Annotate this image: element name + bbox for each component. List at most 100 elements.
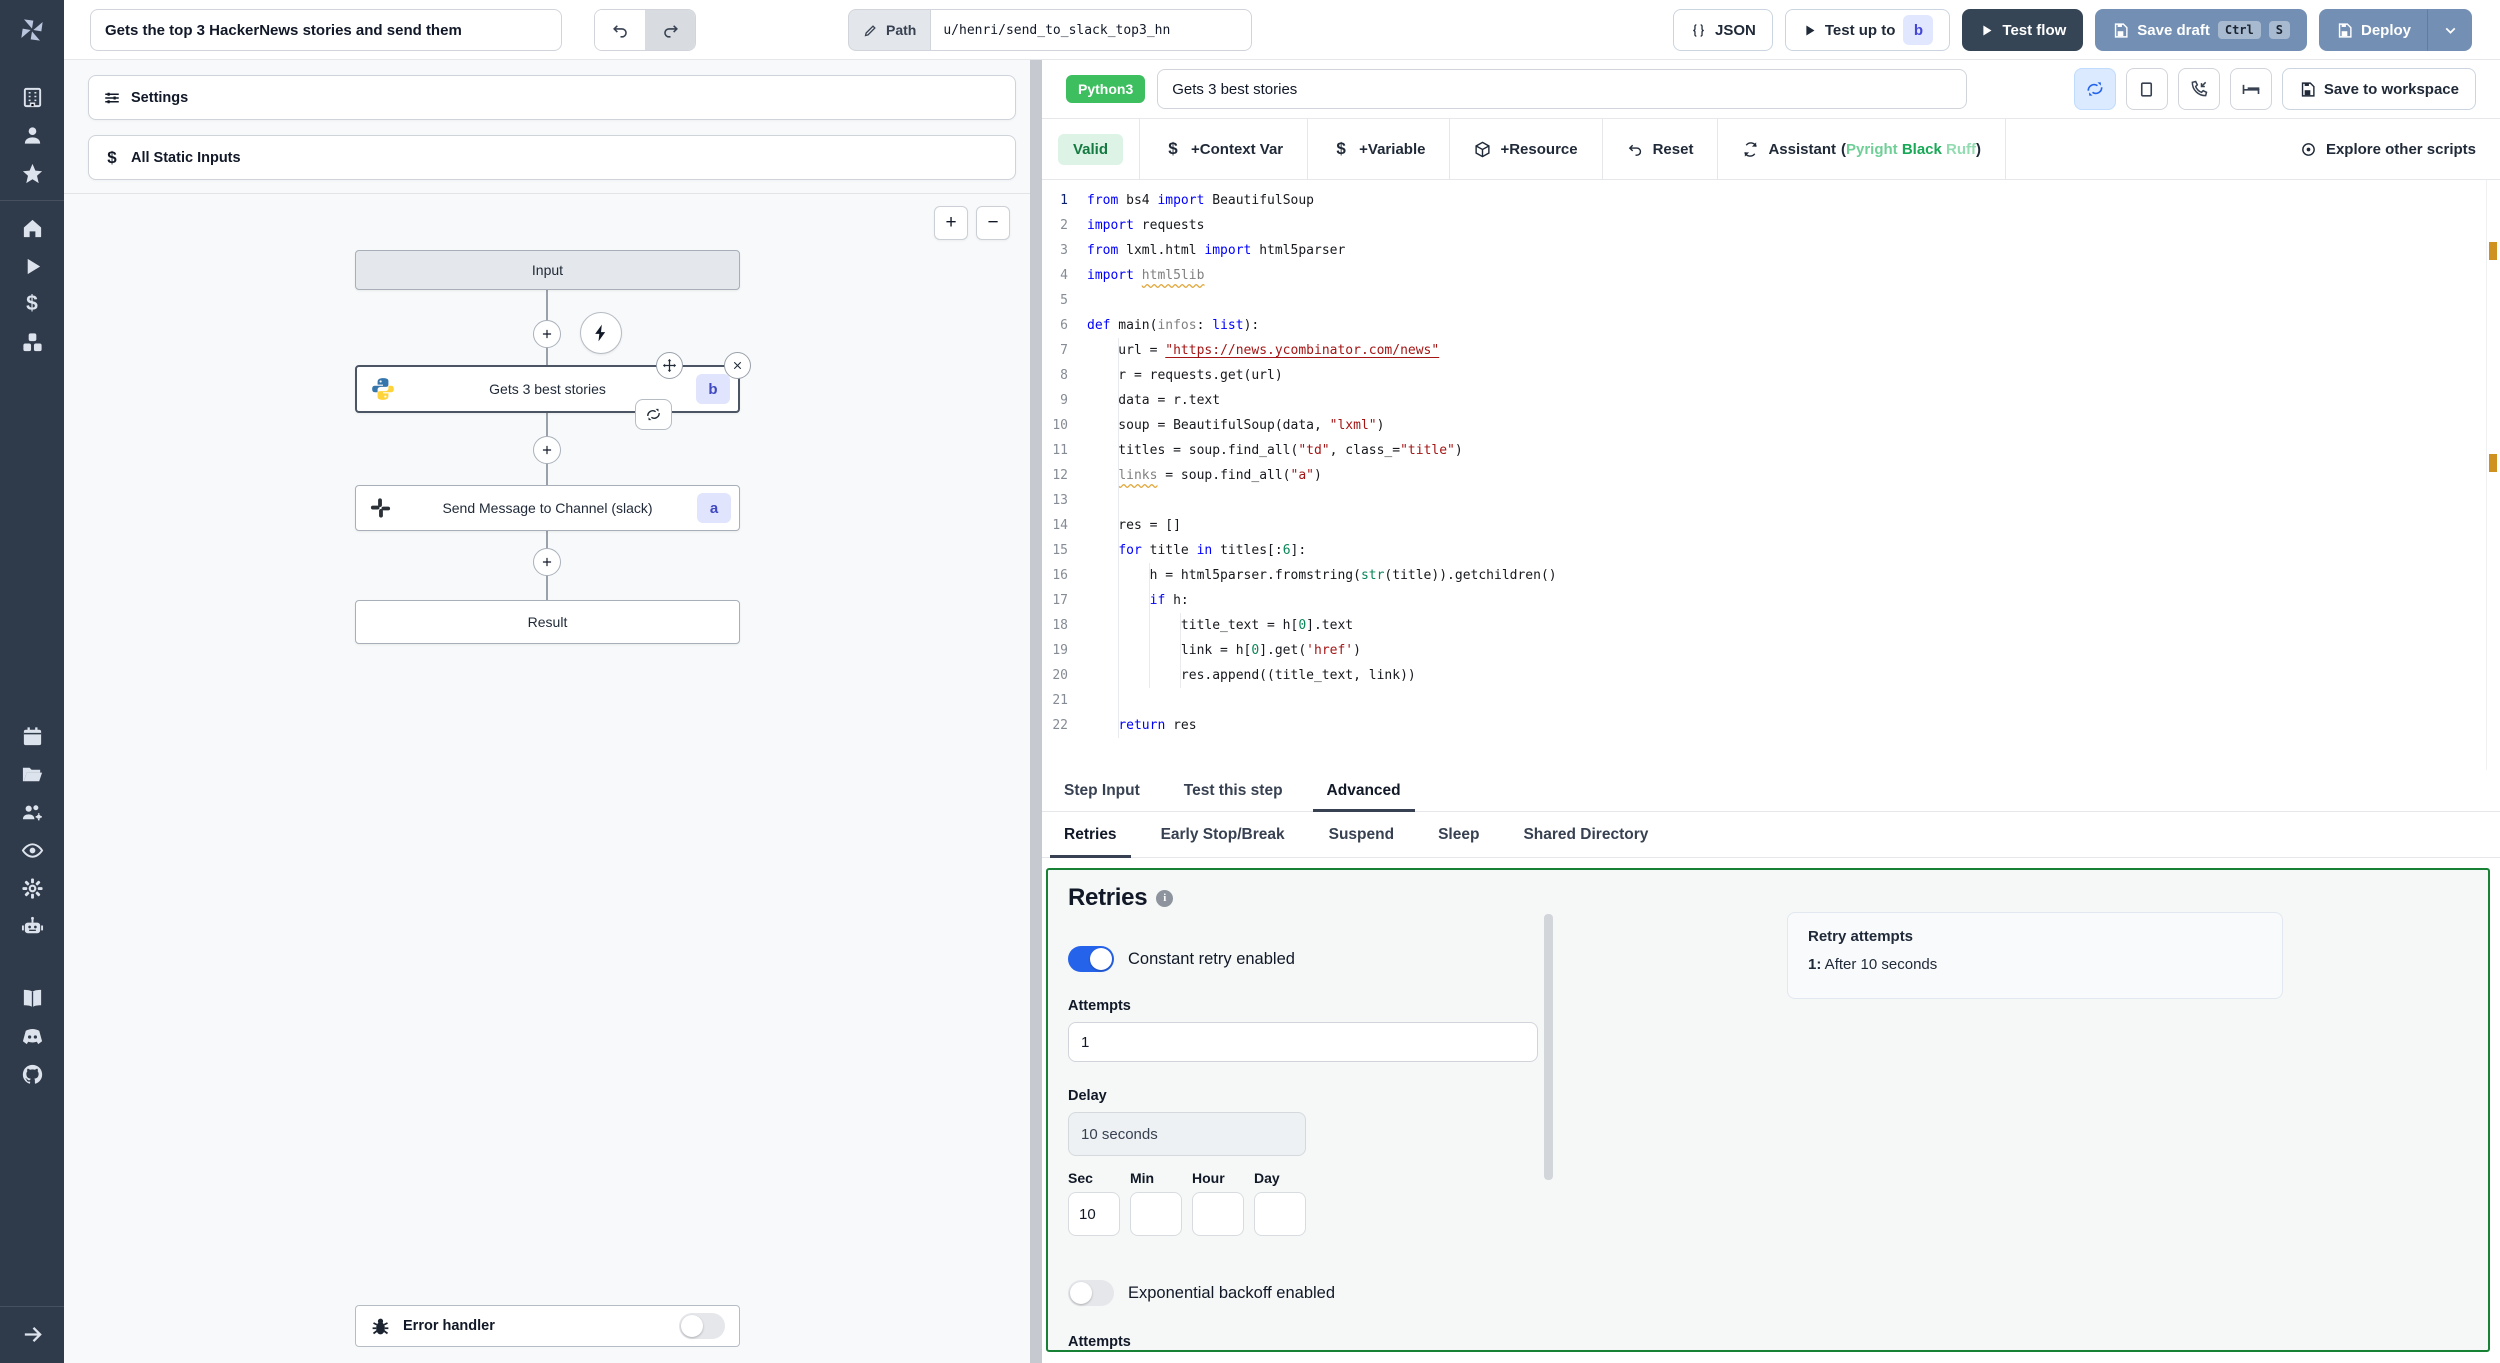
retries-scrollbar[interactable] [1544, 914, 1553, 1180]
info-icon[interactable]: i [1156, 889, 1174, 907]
subtab-early-stop[interactable]: Early Stop/Break [1139, 812, 1307, 857]
deploy-button[interactable]: Deploy [2318, 9, 2428, 51]
test-flow-button[interactable]: Test flow [1962, 9, 2084, 51]
error-handler-toggle[interactable] [679, 1313, 725, 1339]
flow-settings-bar[interactable]: Settings [88, 75, 1016, 120]
step-b-id-badge: b [696, 374, 730, 404]
overview-ruler[interactable] [2486, 180, 2498, 770]
json-button[interactable]: JSON [1673, 9, 1773, 51]
tab-advanced[interactable]: Advanced [1305, 770, 1423, 812]
bolt-icon [591, 323, 611, 343]
add-resource-button[interactable]: +Resource [1450, 119, 1603, 179]
delay-input[interactable] [1068, 1112, 1306, 1156]
groups-icon[interactable] [0, 793, 64, 831]
flow-node-send-message[interactable]: Send Message to Channel (slack) a [355, 485, 740, 531]
zoom-in-button[interactable]: + [934, 206, 968, 240]
variables-icon[interactable]: $ [0, 285, 64, 323]
subtab-retries[interactable]: Retries [1042, 812, 1139, 858]
workers-bot-icon[interactable] [0, 907, 64, 945]
test-up-to-button[interactable]: Test up to b [1784, 9, 1951, 51]
retries-indicator-button[interactable] [2073, 68, 2116, 110]
trigger-bolt-button[interactable] [580, 312, 622, 354]
min-input[interactable] [1130, 1192, 1182, 1236]
runs-play-icon[interactable] [0, 247, 64, 285]
advanced-subtabs: Retries Early Stop/Break Suspend Sleep S… [1042, 812, 2500, 858]
attempts-input[interactable] [1068, 1022, 1538, 1062]
result-node-label: Result [527, 614, 568, 630]
exponential-backoff-toggle[interactable] [1068, 1280, 1114, 1306]
subtab-sleep[interactable]: Sleep [1416, 812, 1501, 857]
collapse-sidebar-arrow-icon[interactable] [0, 1315, 64, 1353]
add-variable-button[interactable]: $ +Variable [1308, 119, 1451, 179]
insert-step-button[interactable] [533, 320, 561, 348]
plus-icon [540, 443, 554, 457]
schedules-calendar-icon[interactable] [0, 717, 64, 755]
audit-logs-eye-icon[interactable] [0, 831, 64, 869]
input-node-label: Input [531, 262, 564, 278]
explore-other-scripts-button[interactable]: Explore other scripts [2276, 119, 2500, 179]
save-to-workspace-button[interactable]: Save to workspace [2281, 68, 2476, 110]
subtab-shared-directory[interactable]: Shared Directory [1501, 812, 1670, 857]
constant-retry-toggle[interactable] [1068, 946, 1114, 972]
path-input[interactable] [930, 9, 1253, 51]
sleep-button[interactable] [2229, 68, 2272, 110]
path-group: Path [848, 9, 1253, 51]
reset-button[interactable]: Reset [1603, 119, 1719, 179]
code-editor[interactable]: 1 from bs4 import BeautifulSoup 2 import re… [1042, 180, 2500, 770]
indent-guide [1118, 338, 1119, 738]
tab-test-this-step[interactable]: Test this step [1162, 770, 1305, 811]
flow-node-result[interactable]: Result [355, 600, 740, 644]
retry-loop-indicator-button[interactable] [635, 399, 672, 430]
panel-resize-divider[interactable] [1030, 60, 1042, 1363]
chevron-down-icon [2442, 22, 2459, 39]
assistant-button[interactable]: Assistant (Pyright Black Ruff) [1718, 119, 2007, 179]
error-handler-node[interactable]: Error handler [355, 1305, 740, 1347]
folders-icon[interactable] [0, 755, 64, 793]
redo-button[interactable] [645, 10, 695, 50]
docs-book-icon[interactable] [0, 979, 64, 1017]
kbd-s: S [2268, 21, 2290, 39]
delay-label: Delay [1068, 1088, 1107, 1104]
insert-step-button[interactable] [533, 548, 561, 576]
save-draft-button[interactable]: Save draft Ctrl S [2095, 9, 2307, 51]
discord-icon[interactable] [0, 1017, 64, 1055]
delete-step-button[interactable] [724, 352, 751, 379]
flow-canvas[interactable]: + − Input Gets 3 best stories b Send Mes… [64, 194, 1030, 1363]
flow-title-input[interactable] [90, 9, 562, 51]
deploy-dropdown-button[interactable] [2428, 9, 2472, 51]
windmill-logo-icon[interactable] [0, 0, 64, 60]
insert-step-button[interactable] [533, 436, 561, 464]
code-lines: 1 from bs4 import BeautifulSoup 2 import re… [1052, 193, 1557, 733]
settings-gear-icon[interactable] [0, 869, 64, 907]
hour-input[interactable] [1192, 1192, 1244, 1236]
undo-button[interactable] [595, 10, 645, 50]
step-a-id-badge: a [697, 493, 731, 523]
indent-guide [1149, 563, 1150, 688]
box-icon [1474, 141, 1491, 158]
home-icon[interactable] [0, 209, 64, 247]
stop-early-button[interactable] [2125, 68, 2168, 110]
tab-step-input[interactable]: Step Input [1042, 770, 1162, 811]
sec-input[interactable] [1068, 1192, 1120, 1236]
flow-node-input[interactable]: Input [355, 250, 740, 290]
flow-node-gets-3-best-stories[interactable]: Gets 3 best stories b [355, 365, 740, 413]
day-input[interactable] [1254, 1192, 1306, 1236]
move-step-button[interactable] [656, 352, 683, 379]
favorites-star-icon[interactable] [0, 154, 64, 192]
exponential-backoff-label: Exponential backoff enabled [1128, 1283, 1336, 1302]
play-icon [1802, 23, 1817, 38]
path-chip: Path [848, 9, 931, 51]
suspend-button[interactable] [2177, 68, 2220, 110]
slack-icon [369, 497, 392, 520]
all-static-inputs-bar[interactable]: $ All Static Inputs [88, 135, 1016, 180]
subtab-suspend[interactable]: Suspend [1307, 812, 1416, 857]
topbar: Path JSON Test up to b Test flow Save dr… [64, 0, 2500, 60]
user-icon[interactable] [0, 116, 64, 154]
sidebar: $ [0, 0, 64, 1363]
step-name-input[interactable] [1157, 69, 1968, 109]
add-context-var-button[interactable]: $ +Context Var [1140, 119, 1309, 179]
zoom-out-button[interactable]: − [976, 206, 1010, 240]
resources-cubes-icon[interactable] [0, 323, 64, 361]
workspace-icon[interactable] [0, 78, 64, 116]
github-icon[interactable] [0, 1055, 64, 1093]
